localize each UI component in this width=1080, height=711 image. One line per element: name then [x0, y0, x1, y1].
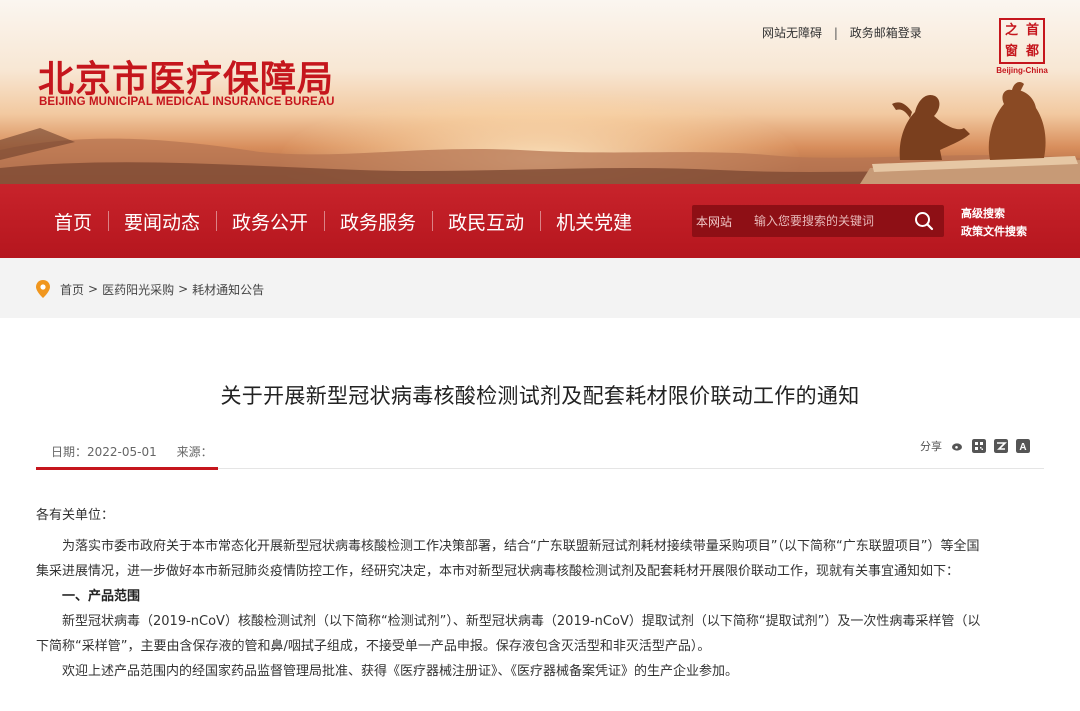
- site-logo-en: BEIJING MUNICIPAL MEDICAL INSURANCE BURE…: [39, 96, 335, 108]
- article-paragraph-2-cont: 下简称“采样管”，主要由含保存液的管和鼻/咽拭子组成，不接受单一产品申报。保存液…: [36, 639, 711, 654]
- weibo-icon[interactable]: [950, 439, 964, 453]
- section-heading-product-scope: 一、产品范围: [62, 589, 141, 604]
- article-paragraph-2: 新型冠状病毒（2019-nCoV）核酸检测试剂（以下简称“检测试剂”）、新型冠状…: [62, 614, 981, 629]
- share-bar: 分享 A: [920, 438, 1030, 454]
- seal-char: 之: [1004, 23, 1018, 38]
- article-greeting: 各有关单位：: [36, 508, 115, 523]
- article-paragraph-3: 欢迎上述产品范围内的经国家药品监督管理局批准、获得《医疗器械注册证》、《医疗器械…: [62, 664, 739, 679]
- nav-item-home[interactable]: 首页: [38, 208, 108, 235]
- article-title: 关于开展新型冠状病毒核酸检测试剂及配套耗材限价联动工作的通知: [220, 384, 860, 408]
- publish-date: 日期：2022-05-01: [51, 445, 157, 459]
- seal-caption: Beijing-China: [996, 66, 1048, 75]
- nav-item-party-building[interactable]: 机关党建: [540, 208, 648, 235]
- article-meta: 日期：2022-05-01 来源：: [51, 443, 213, 460]
- search-scope-select[interactable]: 本网站: [696, 213, 732, 230]
- breadcrumb: 首页 > 医药阳光采购 > 耗材通知公告: [36, 280, 264, 298]
- accessibility-link[interactable]: 网站无障碍: [762, 24, 822, 41]
- capital-window-seal[interactable]: 之 首 窗 都 Beijing-China: [996, 18, 1048, 82]
- share-label: 分享: [920, 440, 942, 453]
- breadcrumb-bar: 首页 > 医药阳光采购 > 耗材通知公告: [0, 258, 1080, 318]
- statue-left-figure: [892, 94, 970, 160]
- policy-search-link[interactable]: 政策文件搜索: [961, 223, 1027, 241]
- article-source: 来源：: [176, 445, 213, 459]
- seal-char: 都: [1025, 44, 1039, 59]
- top-links-separator: |: [833, 26, 838, 40]
- search-input[interactable]: [754, 209, 904, 233]
- site-search: 本网站: [692, 205, 944, 237]
- seal-char: 窗: [1004, 44, 1018, 59]
- top-links: 网站无障碍 | 政务邮箱登录: [762, 24, 922, 41]
- meta-divider-accent: [36, 467, 218, 470]
- nav-item-interaction[interactable]: 政民互动: [432, 208, 540, 235]
- nav-item-news[interactable]: 要闻动态: [108, 208, 216, 235]
- nav-items: 首页 要闻动态 政务公开 政务服务 政民互动 机关党建: [38, 184, 648, 258]
- advanced-search-links: 高级搜索 政策文件搜索: [961, 205, 1027, 241]
- statue-right-figure: [988, 82, 1046, 160]
- breadcrumb-home[interactable]: 首页: [60, 281, 84, 298]
- article-paragraph-1-cont: 集采进展情况，进一步做好本市新冠肺炎疫情防控工作，经研究决定，本市对新型冠状病毒…: [36, 564, 960, 579]
- header-banner: 北京市医疗保障局 BEIJING MUNICIPAL MEDICAL INSUR…: [0, 0, 1080, 184]
- wechat-icon[interactable]: [972, 439, 986, 453]
- qzone-icon[interactable]: [994, 439, 1008, 453]
- location-pin-icon: [36, 280, 50, 298]
- breadcrumb-procurement[interactable]: 医药阳光采购: [102, 281, 174, 298]
- article-body: 各有关单位： 为落实市委市政府关于本市常态化开展新型冠状病毒核酸检测工作决策部署…: [36, 503, 1048, 684]
- search-icon[interactable]: [912, 209, 936, 233]
- seal-icon: 之 首 窗 都: [999, 18, 1045, 64]
- breadcrumb-separator: >: [88, 282, 99, 296]
- print-icon[interactable]: A: [1016, 439, 1030, 453]
- svg-text:A: A: [1019, 442, 1026, 453]
- seal-char: 首: [1025, 23, 1039, 38]
- nav-item-gov-disclosure[interactable]: 政务公开: [216, 208, 324, 235]
- advanced-search-link[interactable]: 高级搜索: [961, 205, 1027, 223]
- article-paragraph-1: 为落实市委市政府关于本市常态化开展新型冠状病毒核酸检测工作决策部署，结合“广东联…: [62, 539, 980, 554]
- site-logo-cn[interactable]: 北京市医疗保障局: [38, 50, 334, 102]
- breadcrumb-consumables-notice[interactable]: 耗材通知公告: [192, 281, 264, 298]
- nav-item-gov-services[interactable]: 政务服务: [324, 208, 432, 235]
- gov-email-login-link[interactable]: 政务邮箱登录: [850, 24, 922, 41]
- breadcrumb-separator: >: [178, 282, 189, 296]
